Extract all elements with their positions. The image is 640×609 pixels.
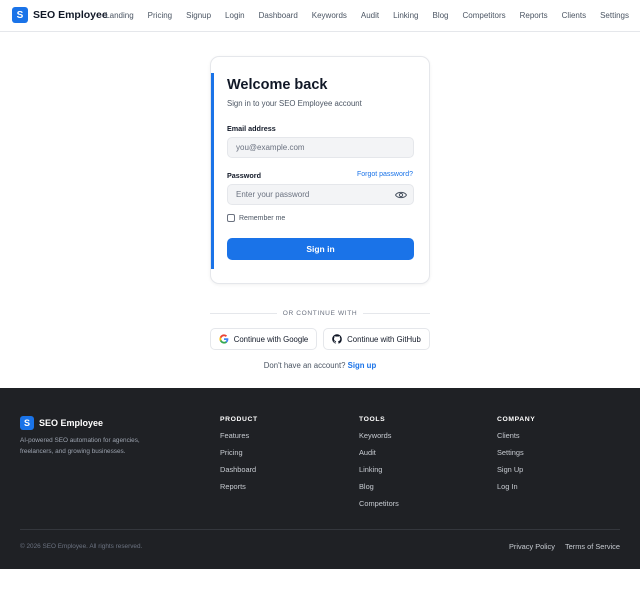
copyright: © 2026 SEO Employee. All rights reserved…	[20, 543, 143, 550]
google-login-label: Continue with Google	[233, 334, 309, 344]
page-title: Welcome back	[227, 77, 328, 93]
footer-link-linking[interactable]: Linking	[359, 465, 399, 474]
github-login-button[interactable]: Continue with GitHub	[323, 328, 430, 350]
footer-column-tools: TOOLS Keywords Audit Linking Blog Compet…	[359, 416, 399, 516]
nav-signup[interactable]: Signup	[186, 10, 211, 21]
nav-dashboard[interactable]: Dashboard	[259, 10, 298, 21]
divider-line-right	[363, 312, 430, 314]
footer-link-log-in[interactable]: Log In	[497, 482, 535, 491]
footer-link-dashboard[interactable]: Dashboard	[220, 465, 258, 474]
footer-link-sign-up[interactable]: Sign Up	[497, 465, 535, 474]
signup-link[interactable]: Sign up	[348, 361, 377, 370]
page-subtitle: Sign in to your SEO Employee account	[227, 99, 362, 108]
footer-link-audit[interactable]: Audit	[359, 448, 399, 457]
divider-text: OR CONTINUE WITH	[282, 309, 358, 317]
top-navbar: S SEO Employee Landing Pricing Signup Lo…	[0, 0, 640, 32]
divider-line-left	[210, 312, 277, 314]
nav-clients[interactable]: Clients	[562, 10, 586, 21]
footer-link-settings[interactable]: Settings	[497, 448, 535, 457]
footer-brand[interactable]: S SEO Employee	[20, 416, 103, 430]
footer-brand-name: SEO Employee	[39, 418, 104, 428]
signup-prompt-row: Don't have an account? Sign up	[210, 361, 430, 370]
nav-audit[interactable]: Audit	[361, 10, 379, 21]
alt-login-divider: OR CONTINUE WITH	[210, 308, 430, 318]
signup-prompt: Don't have an account?	[263, 361, 346, 370]
terms-of-service-link[interactable]: Terms of Service	[565, 542, 620, 551]
footer-logo-icon: S	[20, 416, 34, 430]
nav-landing[interactable]: Landing	[105, 10, 133, 21]
site-footer: S SEO Employee AI-powered SEO automation…	[0, 388, 640, 569]
footer-link-reports[interactable]: Reports	[220, 482, 258, 491]
footer-link-keywords[interactable]: Keywords	[359, 431, 399, 440]
nav-keywords[interactable]: Keywords	[312, 10, 347, 21]
github-icon	[332, 334, 342, 344]
login-card: Welcome back Sign in to your SEO Employe…	[210, 56, 430, 284]
footer-link-blog[interactable]: Blog	[359, 482, 399, 491]
nav-reports[interactable]: Reports	[520, 10, 548, 21]
password-label: Password	[227, 171, 261, 180]
nav-blog[interactable]: Blog	[432, 10, 448, 21]
nav-settings[interactable]: Settings	[600, 10, 629, 21]
remember-me[interactable]: Remember me	[227, 214, 285, 222]
footer-divider	[20, 529, 620, 530]
legal-links: Privacy Policy Terms of Service	[509, 542, 620, 551]
brand[interactable]: S SEO Employee	[12, 7, 108, 23]
google-login-button[interactable]: Continue with Google	[210, 328, 317, 350]
nav-pricing[interactable]: Pricing	[148, 10, 172, 21]
footer-link-competitors[interactable]: Competitors	[359, 499, 399, 508]
footer-column-title: TOOLS	[359, 416, 386, 423]
sign-in-button[interactable]: Sign in	[227, 238, 414, 260]
footer-link-pricing[interactable]: Pricing	[220, 448, 258, 457]
logo-icon: S	[12, 7, 28, 23]
nav-login[interactable]: Login	[225, 10, 245, 21]
footer-column-title: PRODUCT	[220, 416, 258, 423]
footer-link-clients[interactable]: Clients	[497, 431, 535, 440]
footer-description: AI-powered SEO automation for agencies, …	[20, 437, 140, 455]
nav-competitors[interactable]: Competitors	[463, 10, 506, 21]
eye-icon[interactable]	[395, 190, 407, 200]
password-input[interactable]	[227, 184, 414, 205]
footer-column-title: COMPANY	[497, 416, 536, 423]
main-nav: Landing Pricing Signup Login Dashboard K…	[105, 10, 629, 21]
privacy-policy-link[interactable]: Privacy Policy	[509, 542, 555, 551]
footer-link-features[interactable]: Features	[220, 431, 258, 440]
forgot-password-link[interactable]: Forgot password?	[357, 171, 413, 178]
footer-column-product: PRODUCT Features Pricing Dashboard Repor…	[220, 416, 258, 499]
nav-linking[interactable]: Linking	[393, 10, 418, 21]
email-input[interactable]	[227, 137, 414, 158]
remember-checkbox[interactable]	[227, 214, 235, 222]
card-accent-bar	[211, 73, 214, 269]
brand-name: SEO Employee	[33, 9, 108, 21]
remember-label: Remember me	[239, 214, 286, 222]
footer-column-company: COMPANY Clients Settings Sign Up Log In	[497, 416, 535, 499]
email-label: Email address	[227, 124, 276, 133]
github-login-label: Continue with GitHub	[347, 334, 421, 344]
google-icon	[219, 334, 229, 344]
